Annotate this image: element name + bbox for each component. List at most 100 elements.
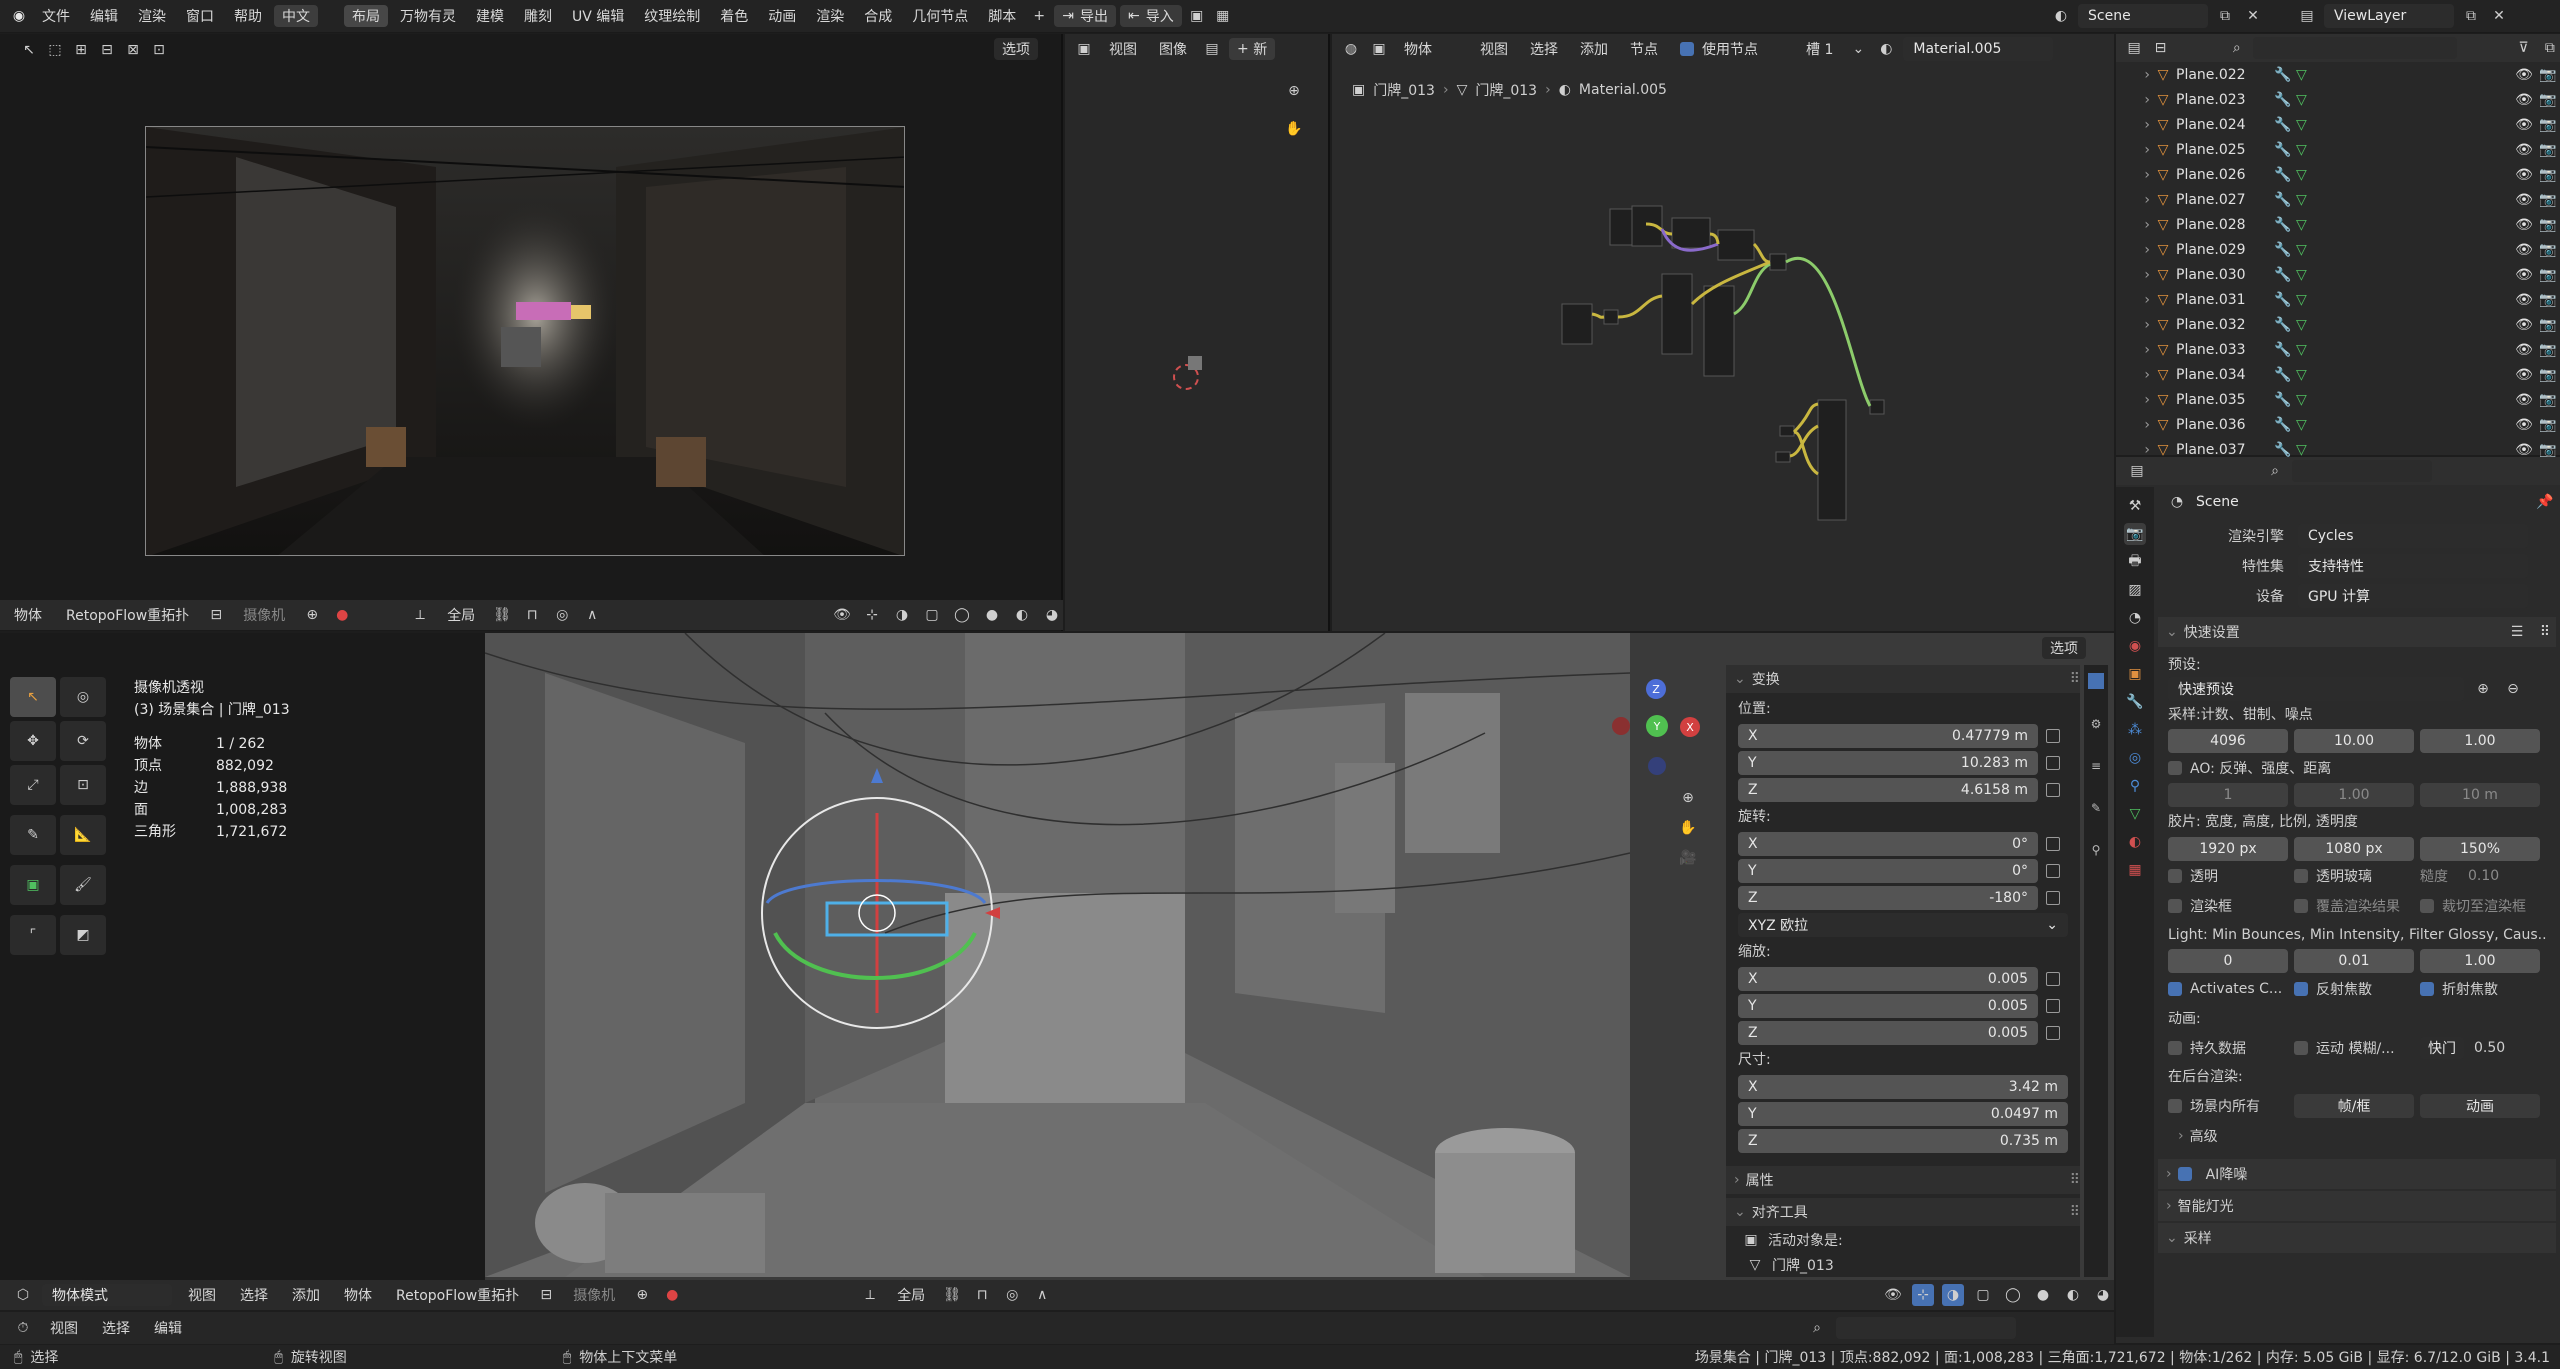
display-mode-icon[interactable]: ⊟ [2150,37,2170,59]
location-field[interactable]: Y 10.283 m [1738,751,2038,775]
viewport-camera[interactable]: 摄像机 [565,1284,623,1306]
eye-icon[interactable]: 👁 [2512,367,2536,383]
expand-right-icon[interactable]: › [2116,167,2150,183]
scale-field[interactable]: Y 0.005 [1738,994,2038,1018]
item-tab[interactable] [2088,673,2104,689]
preset-select[interactable]: 快速预设 [2168,677,2464,701]
location-field[interactable]: X 0.47779 m [1738,724,2038,748]
proportional-icon[interactable]: ◎ [1001,1284,1023,1306]
viewport-menu-view[interactable]: 视图 [180,1284,224,1306]
menu-edit[interactable]: 编辑 [82,5,126,27]
x-axis-icon[interactable]: X [1680,717,1700,737]
camera-icon[interactable]: 📷 [2536,342,2560,358]
editor-type-icon[interactable]: ⬡ [12,1284,34,1306]
timeline-search-input[interactable] [1836,1317,2016,1339]
move-tool-icon[interactable]: ✥ [10,721,56,761]
mesh-data-icon[interactable]: ▽ [2296,242,2318,258]
expand-right-icon[interactable]: › [2116,92,2150,108]
camera-icon[interactable]: 📷 [2536,92,2560,108]
snap-icon[interactable]: ⊕ [631,1284,653,1306]
location-field[interactable]: Z 4.6158 m [1738,778,2038,802]
misc-tab-icon[interactable]: ⚲ [2092,843,2101,857]
quick-settings-header[interactable]: ⌄ 快速设置 ☰ ⠿ [2158,617,2556,647]
eye-icon[interactable]: 👁 [2512,267,2536,283]
scene-field[interactable]: Scene [2078,4,2208,28]
mesh-data-icon[interactable]: ▽ [2296,392,2318,408]
eye-icon[interactable]: 👁 [2512,317,2536,333]
modifier-icon[interactable]: 🔧 [2274,292,2296,308]
outliner-item-name[interactable]: Plane.037 [2176,442,2274,458]
activates-checkbox[interactable] [2168,982,2182,996]
image-menu-view[interactable]: 视图 [1101,38,1145,60]
transform-header[interactable]: ⌄ 变换 ⠿ [1726,665,2080,693]
menu-window[interactable]: 窗口 [178,5,222,27]
camera-icon[interactable]: 📷 [2536,292,2560,308]
visibility-icon[interactable]: 👁 [831,604,853,626]
grid-icon[interactable]: ▦ [1212,5,1234,27]
eye-icon[interactable]: 👁 [2512,92,2536,108]
outliner-row[interactable]: › ▽ Plane.023 🔧 ▽ 👁 📷 [2116,87,2560,112]
gizmo-icon[interactable]: ⊹ [861,604,883,626]
mesh-data-icon[interactable]: ▽ [2296,292,2318,308]
corner-tool-icon[interactable]: ⌜ [10,915,56,955]
dimensions-field[interactable]: Y 0.0497 m [1738,1102,2068,1126]
film-scale-field[interactable]: 150% [2420,837,2540,861]
solid-shading-icon[interactable]: ● [2032,1284,2054,1306]
rotation-field[interactable]: Z -180° [1738,886,2038,910]
transparent-checkbox[interactable] [2168,869,2182,883]
outliner-item-name[interactable]: Plane.023 [2176,92,2274,108]
preset-remove-icon[interactable]: ⊖ [2502,678,2524,700]
wireframe-shading-icon[interactable]: ◯ [951,604,973,626]
expand-right-icon[interactable]: › [2116,67,2150,83]
scene-tab-icon[interactable]: ◔ [2124,607,2146,629]
outliner-row[interactable]: › ▽ Plane.033 🔧 ▽ 👁 📷 [2116,337,2560,362]
camera-icon[interactable]: 📷 [2536,242,2560,258]
expand-right-icon[interactable]: › [2116,392,2150,408]
viewport-menu-retopo[interactable]: RetopoFlow重拓扑 [388,1284,527,1306]
view-tab-icon[interactable]: ≡ [2091,759,2101,773]
outliner-search-input[interactable] [2252,37,2458,59]
timeline-menu-select[interactable]: 选择 [94,1317,138,1339]
mesh-data-icon[interactable]: ▽ [2296,192,2318,208]
outliner-item-name[interactable]: Plane.022 [2176,67,2274,83]
dimensions-field[interactable]: X 3.42 m [1738,1075,2068,1099]
tab-texture-paint[interactable]: 纹理绘制 [636,5,708,27]
editor-type-icon[interactable]: ▣ [1073,38,1095,60]
new-view-layer-icon[interactable]: ⧉ [2460,5,2482,27]
ao-distance-field[interactable]: 10 m [2420,783,2540,807]
camera-icon[interactable]: 📷 [2536,417,2560,433]
output-tab-icon[interactable]: 🖶 [2124,551,2146,573]
camera-icon[interactable]: 📷 [2536,67,2560,83]
mesh-data-icon[interactable]: ▽ [2296,317,2318,333]
outliner-item-name[interactable]: Plane.036 [2176,417,2274,433]
link-icon[interactable]: ⛓ [491,604,513,626]
camera-icon[interactable]: 📷 [2536,392,2560,408]
crop-checkbox[interactable] [2420,899,2434,913]
active-object-name[interactable]: 门牌_013 [1772,1255,1834,1275]
camera-icon[interactable]: 📷 [2536,117,2560,133]
outliner-row[interactable]: › ▽ Plane.027 🔧 ▽ 👁 📷 [2116,187,2560,212]
filter-icon[interactable]: ⊽ [2513,37,2533,59]
slice-tool-icon[interactable]: ◩ [60,915,106,955]
material-shading-icon[interactable]: ◐ [2062,1284,2084,1306]
overlay-icon[interactable]: ◑ [891,604,913,626]
outliner-item-name[interactable]: Plane.028 [2176,217,2274,233]
rotation-field[interactable]: X 0° [1738,832,2038,856]
camera-icon[interactable]: 📷 [2536,442,2560,458]
expand-right-icon[interactable]: › [2116,267,2150,283]
record-icon[interactable]: ● [331,604,353,626]
align-section-header[interactable]: ⌄ 对齐工具 ⠿ [1726,1198,2080,1226]
rotation-mode-select[interactable]: XYZ 欧拉 ⌄ [1738,913,2068,937]
outliner-item-name[interactable]: Plane.024 [2176,117,2274,133]
eye-icon[interactable]: 👁 [2512,242,2536,258]
pan-hand-icon[interactable]: ✋ [1677,817,1699,839]
paint-tool-icon[interactable]: 🖌 [60,865,106,905]
menu-file[interactable]: 文件 [34,5,78,27]
eye-icon[interactable]: 👁 [2512,417,2536,433]
transform-tool-icon[interactable]: ⊡ [60,765,106,805]
mesh-data-icon[interactable]: ▽ [2296,442,2318,458]
modifier-icon[interactable]: 🔧 [2274,217,2296,233]
gizmo-icon[interactable]: ⊹ [1912,1284,1934,1306]
neg-z-axis-icon[interactable] [1648,757,1666,775]
modifier-icon[interactable]: 🔧 [2274,342,2296,358]
